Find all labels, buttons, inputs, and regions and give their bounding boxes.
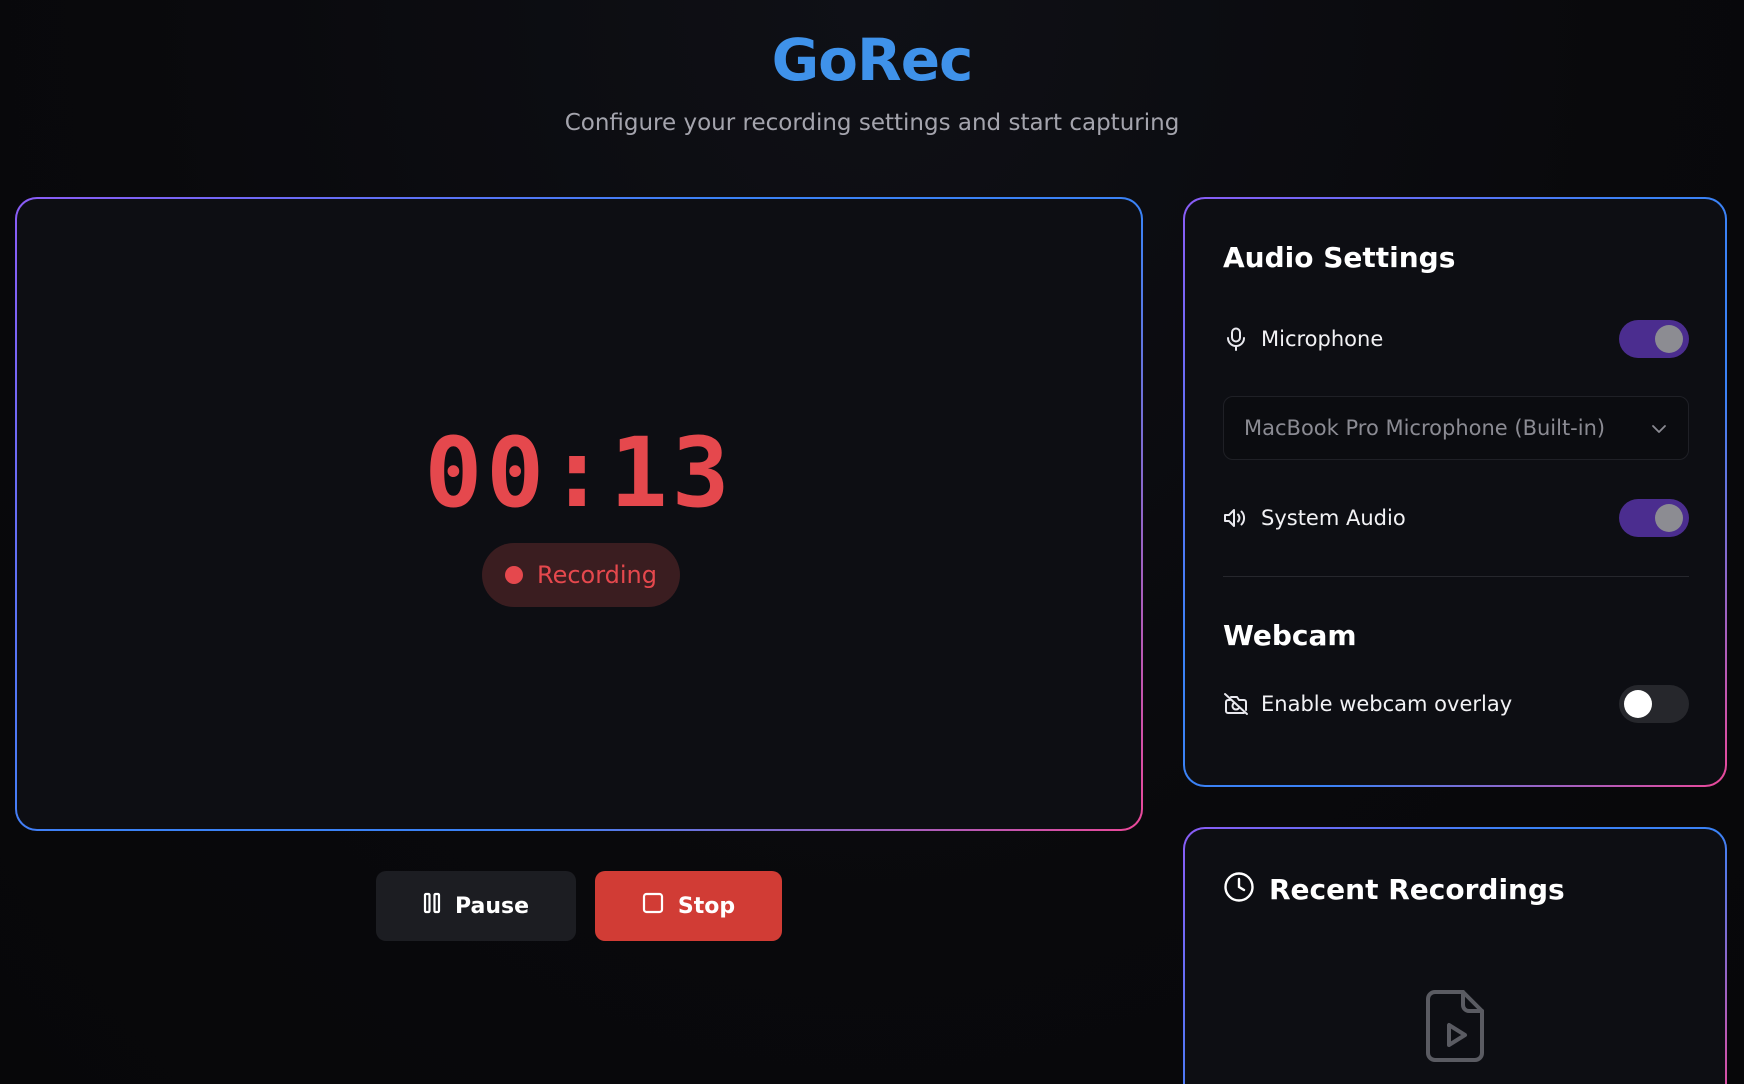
toggle-knob	[1655, 325, 1683, 353]
recording-timer: 00:13	[424, 417, 734, 529]
recent-recordings-panel: Recent Recordings	[1183, 827, 1727, 1084]
microphone-device-select[interactable]: MacBook Pro Microphone (Built-in)	[1223, 396, 1689, 460]
pause-label: Pause	[454, 893, 530, 919]
recording-dot-icon	[504, 566, 523, 584]
system-audio-label: System Audio	[1261, 506, 1406, 530]
recent-recordings-inner: Recent Recordings	[1185, 829, 1725, 1084]
microphone-icon	[1223, 326, 1249, 352]
toggle-knob	[1655, 504, 1683, 532]
microphone-toggle[interactable]	[1619, 320, 1689, 358]
chevron-down-icon	[1650, 419, 1668, 443]
audio-settings-title: Audio Settings	[1223, 241, 1456, 274]
camera-off-icon	[1223, 691, 1249, 717]
pause-icon	[423, 892, 441, 920]
microphone-device-value: MacBook Pro Microphone (Built-in)	[1244, 416, 1606, 440]
recording-status-label: Recording	[536, 561, 658, 589]
stop-icon	[642, 892, 664, 920]
webcam-overlay-label: Enable webcam overlay	[1261, 692, 1513, 716]
microphone-label: Microphone	[1261, 327, 1384, 351]
section-divider	[1223, 576, 1689, 577]
recent-recordings-title: Recent Recordings	[1269, 872, 1565, 906]
app-title: GoRec	[771, 26, 974, 94]
webcam-overlay-setting-row: Enable webcam overlay	[1223, 684, 1689, 724]
toggle-knob	[1624, 690, 1652, 718]
recording-preview-panel: 00:13 Recording	[15, 197, 1143, 831]
microphone-setting-row: Microphone	[1223, 319, 1689, 359]
recent-recordings-header: Recent Recordings	[1223, 871, 1565, 907]
settings-panel: Audio Settings Microphone MacBook Pro Mi…	[1183, 197, 1727, 787]
system-audio-setting-row: System Audio	[1223, 498, 1689, 538]
webcam-title: Webcam	[1223, 619, 1357, 652]
app-subtitle: Configure your recording settings and st…	[564, 110, 1180, 136]
speaker-icon	[1223, 505, 1249, 531]
clock-icon	[1223, 871, 1255, 907]
system-audio-toggle[interactable]	[1619, 499, 1689, 537]
recording-preview: 00:13 Recording	[17, 199, 1141, 829]
settings-panel-inner: Audio Settings Microphone MacBook Pro Mi…	[1185, 199, 1725, 785]
video-file-icon	[1425, 989, 1485, 1067]
stop-button[interactable]: Stop	[595, 871, 782, 941]
recording-status-badge: Recording	[482, 543, 680, 607]
pause-button[interactable]: Pause	[376, 871, 576, 941]
webcam-overlay-toggle[interactable]	[1619, 685, 1689, 723]
stop-label: Stop	[677, 893, 736, 919]
